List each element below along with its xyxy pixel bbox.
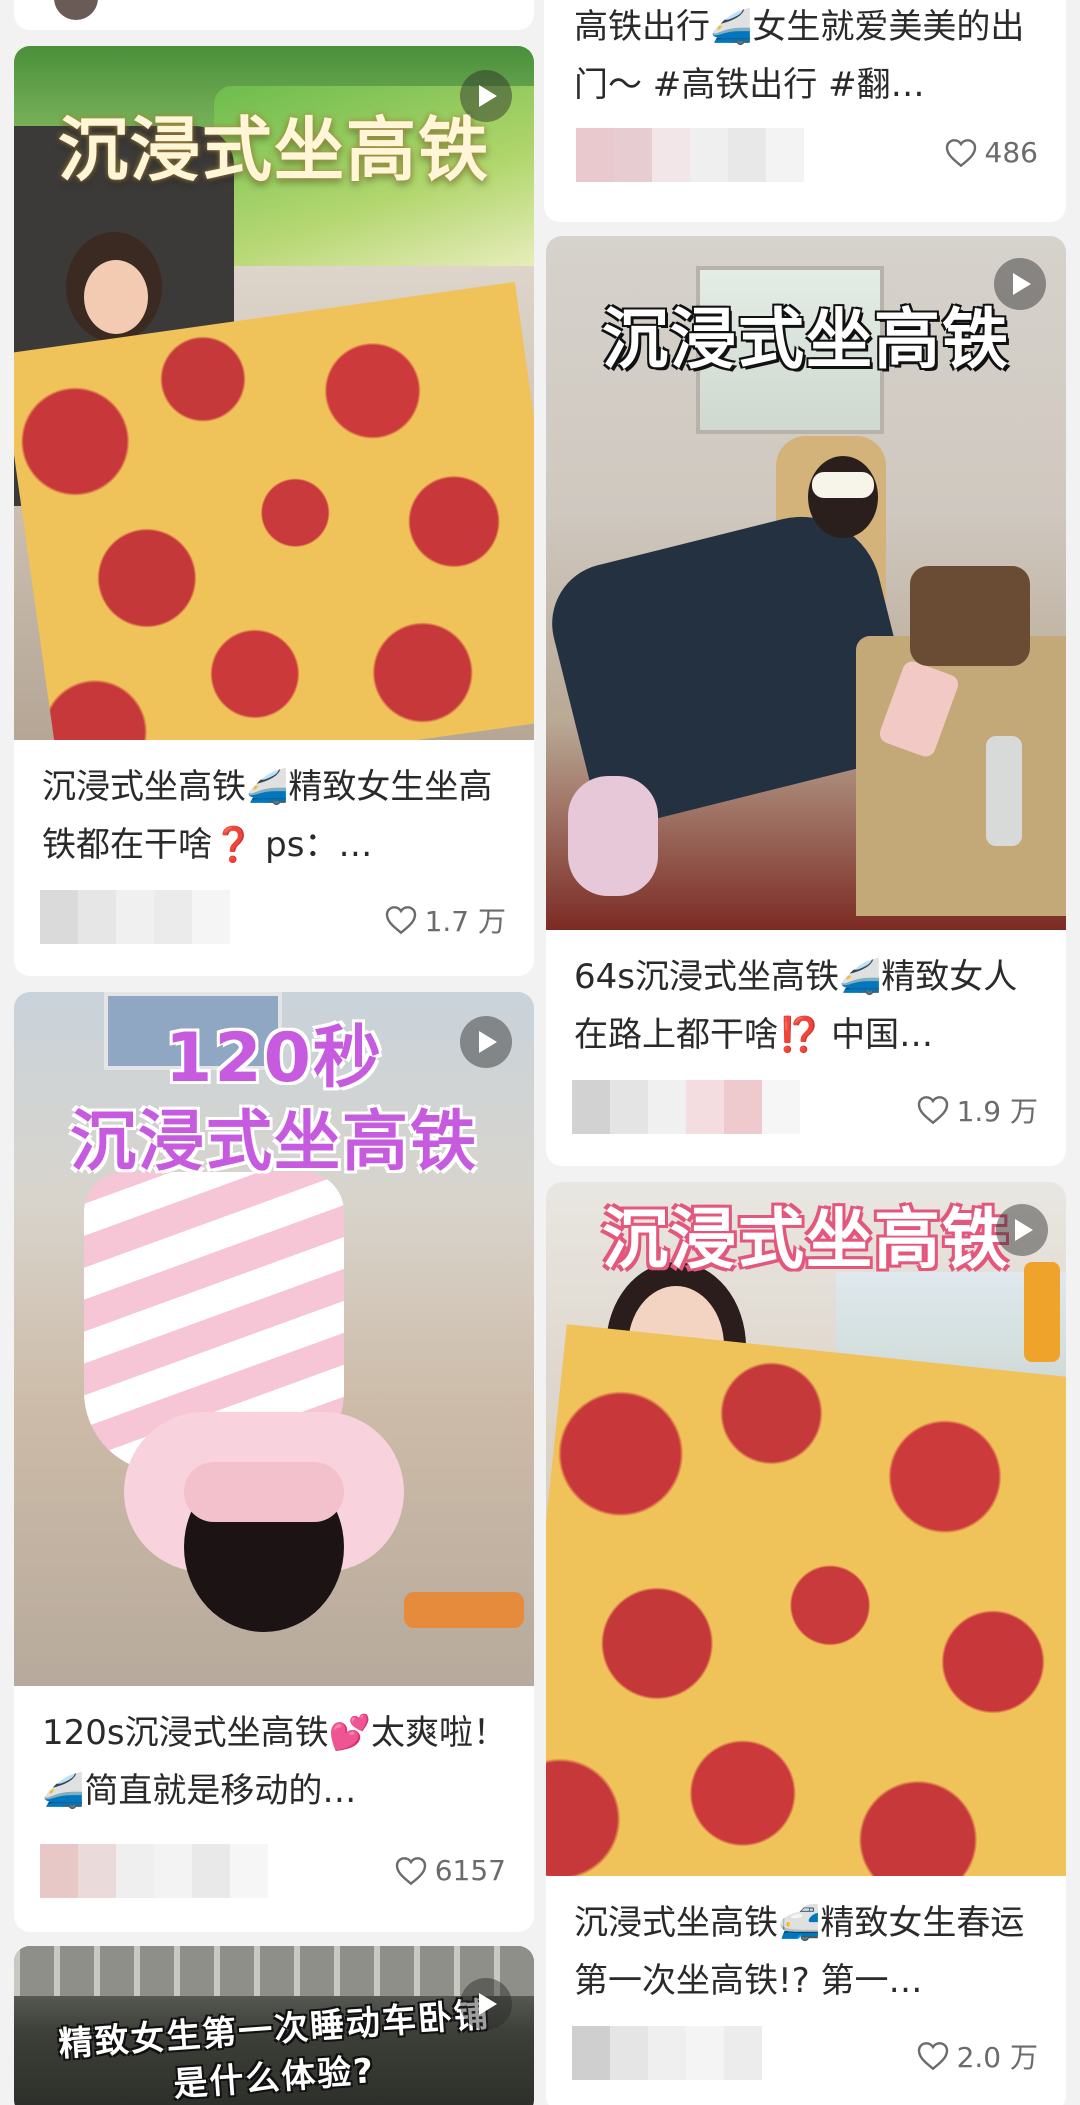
side-table <box>856 636 1066 916</box>
feed: 高铁出行🚄女生就爱美美的出门～ #高铁出行 #翻… 486 沉浸式坐高铁 沉浸式… <box>0 0 1080 2105</box>
cover-text-line2: 沉浸式坐高铁 <box>70 1103 478 1180</box>
play-icon <box>1015 1219 1033 1241</box>
eye-mask <box>184 1462 344 1522</box>
note-card[interactable]: 高铁出行🚄女生就爱美美的出门～ #高铁出行 #翻… 486 <box>544 0 1066 222</box>
toy-train <box>404 1592 524 1628</box>
play-icon <box>479 1993 497 2015</box>
like-count[interactable]: 486 <box>945 136 1038 169</box>
like-count[interactable]: 6157 <box>395 1854 506 1887</box>
like-count[interactable]: 1.7 万 <box>385 900 506 940</box>
note-card[interactable]: 120秒 沉浸式坐高铁 120s沉浸式坐高铁💕太爽啦！ 🚄简直就是移动的… 61… <box>14 992 534 1932</box>
like-count-text: 486 <box>984 136 1038 169</box>
play-button[interactable] <box>460 70 512 122</box>
note-card[interactable]: 沉浸式坐高铁 沉浸式坐高铁🚄精致女生坐高铁都在干啥❓ ps：… 1.7 万 <box>14 46 534 976</box>
heart-outline-icon <box>917 1096 948 1125</box>
cover-text: 沉浸式坐高铁 <box>602 1201 1010 1278</box>
pizza-blanket <box>546 1324 1066 1876</box>
note-card[interactable]: 沉浸式坐高铁 64s沉浸式坐高铁🚄精致女人在路上都干啥⁉️ 中国… 1.9 万 <box>546 236 1066 1166</box>
play-icon <box>479 85 497 107</box>
bottle <box>986 736 1022 846</box>
play-button[interactable] <box>994 258 1046 310</box>
play-icon <box>479 1031 497 1053</box>
eye-mask <box>812 472 874 498</box>
play-icon <box>1013 273 1031 295</box>
cover-text: 沉浸式坐高铁 <box>58 109 490 191</box>
note-title: 沉浸式坐高铁🚅精致女生春运第一次坐高铁!? 第一… <box>574 1903 1025 2001</box>
note-card-partial[interactable] <box>14 0 534 30</box>
plush-toy <box>568 776 658 896</box>
note-title: 沉浸式坐高铁🚄精致女生坐高铁都在干啥❓ ps：… <box>42 767 493 865</box>
note-cover-image: 沉浸式坐高铁 <box>14 46 534 740</box>
author-info-blurred <box>572 1080 832 1134</box>
play-button[interactable] <box>460 1016 512 1068</box>
like-count-text: 1.7 万 <box>424 905 506 938</box>
cover-text: 沉浸式坐高铁 <box>602 301 1010 378</box>
play-button[interactable] <box>460 1978 512 2030</box>
note-title: 64s沉浸式坐高铁🚄精致女人在路上都干啥⁉️ 中国… <box>574 957 1018 1055</box>
note-card-partial[interactable]: 精致女生第一次睡动车卧铺 是什么体验? <box>14 1946 534 2105</box>
pizza-blanket <box>14 281 534 740</box>
like-count-text: 1.9 万 <box>956 1095 1038 1128</box>
heart-outline-icon <box>395 1856 426 1885</box>
note-cover-image: 沉浸式坐高铁 <box>546 236 1066 930</box>
like-count-text: 6157 <box>434 1854 506 1887</box>
heart-outline-icon <box>917 2042 948 2071</box>
note-cover-image: 120秒 沉浸式坐高铁 <box>14 992 534 1686</box>
author-info-blurred <box>40 1844 300 1898</box>
avatar <box>54 0 98 20</box>
like-count[interactable]: 2.0 万 <box>917 2036 1038 2076</box>
play-button[interactable] <box>996 1204 1048 1256</box>
cover-text-line1: 120秒 <box>165 1019 383 1098</box>
note-title: 高铁出行🚄女生就爱美美的出门～ #高铁出行 #翻… <box>574 7 1025 105</box>
note-card[interactable]: 沉浸式坐高铁 沉浸式坐高铁🚅精致女生春运第一次坐高铁!? 第一… 2.0 万 <box>546 1182 1066 2105</box>
heart-outline-icon <box>945 138 976 167</box>
author-info-blurred <box>40 890 300 944</box>
heart-outline-icon <box>385 906 416 935</box>
like-count-text: 2.0 万 <box>956 2041 1038 2074</box>
author-info-blurred <box>576 128 836 182</box>
note-title: 120s沉浸式坐高铁💕太爽啦！ 🚄简直就是移动的… <box>42 1713 507 1811</box>
note-cover-image: 沉浸式坐高铁 <box>546 1182 1066 1876</box>
person-face <box>84 260 148 334</box>
bag <box>910 566 1030 666</box>
like-count[interactable]: 1.9 万 <box>917 1090 1038 1130</box>
note-cover-image: 精致女生第一次睡动车卧铺 是什么体验? <box>14 1946 534 2105</box>
author-info-blurred <box>572 2026 832 2080</box>
